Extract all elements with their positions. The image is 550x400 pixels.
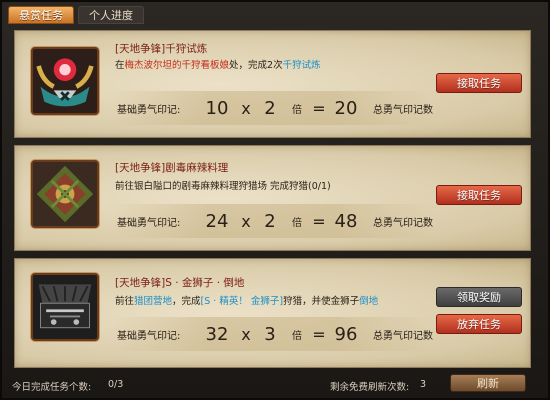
activity-link[interactable]: 千狩试炼 — [283, 60, 321, 71]
condition-link[interactable]: 倒地 — [359, 296, 378, 307]
total-value: 20 — [334, 97, 358, 119]
total-value: 96 — [334, 323, 358, 345]
equals-sign: = — [312, 324, 326, 344]
total-label: 总勇气印记数 — [373, 217, 433, 229]
times-sign: x — [241, 98, 251, 118]
location-link[interactable]: 猎团营地 — [134, 296, 172, 307]
multiplier-value: 3 — [264, 323, 276, 345]
base-value: 10 — [205, 97, 229, 119]
multiplier-value: 2 — [264, 97, 276, 119]
footer-bar: 今日完成任务个数: 0/3 剩余免费刷新次数: 3 刷新 — [2, 372, 550, 398]
lion-mask-icon — [33, 275, 97, 339]
quest-icon-golden-lion — [31, 273, 99, 341]
claim-reward-button[interactable]: 领取奖励 — [436, 287, 522, 307]
quest-card-1: [天地争锋]千狩试炼 在梅杰波尔坦的千狩看板娘处，完成2次千狩试炼 基础勇气印记… — [14, 30, 531, 138]
accept-quest-button[interactable]: 接取任务 — [436, 73, 522, 93]
base-label: 基础勇气印记: — [117, 217, 181, 229]
free-refresh-label: 剩余免费刷新次数: — [330, 382, 410, 393]
reward-calculation: 基础勇气印记: 10 x 2 倍 = 20 总勇气印记数 — [111, 91, 433, 125]
tab-personal-progress[interactable]: 个人进度 — [78, 6, 144, 24]
quest-description: 在梅杰波尔坦的千狩看板娘处，完成2次千狩试炼 — [115, 60, 321, 71]
total-value: 48 — [334, 210, 358, 232]
completed-count-value: 0/3 — [108, 379, 124, 390]
base-label: 基础勇气印记: — [117, 330, 181, 342]
total-label: 总勇气印记数 — [373, 330, 433, 342]
hunt-target-link[interactable]: [S · 精英！ 金狮子] — [201, 296, 284, 307]
tab-bar: 悬赏任务 个人进度 — [8, 6, 144, 24]
accept-quest-button[interactable]: 接取任务 — [436, 185, 522, 205]
refresh-button[interactable]: 刷新 — [450, 374, 526, 392]
quest-card-2: [天地争锋]剧毒麻辣料理 前往银白隘口的剧毒麻辣料理狩猎场 完成狩猎(0/1) … — [14, 145, 531, 251]
abandon-quest-button[interactable]: 放弃任务 — [436, 314, 522, 334]
quest-card-3: [天地争锋]S · 金狮子 · 倒地 前往猎团营地，完成[S · 精英！ 金狮子… — [14, 258, 531, 368]
quest-icon-spicy-dish — [31, 160, 99, 228]
reward-calculation: 基础勇气印记: 24 x 2 倍 = 48 总勇气印记数 — [111, 204, 433, 238]
times-sign: x — [241, 211, 251, 231]
multiplier-unit: 倍 — [292, 217, 302, 229]
quest-icon-hunt-trial — [31, 47, 99, 115]
multiplier-unit: 倍 — [292, 104, 302, 116]
quest-title: [天地争锋]千狩试炼 — [115, 43, 208, 55]
tab-bounty-quests[interactable]: 悬赏任务 — [8, 6, 74, 24]
npc-link[interactable]: 梅杰波尔坦的千狩看板娘 — [125, 60, 230, 71]
poison-emblem-icon — [33, 162, 97, 226]
quest-title: [天地争锋]剧毒麻辣料理 — [115, 162, 229, 174]
total-label: 总勇气印记数 — [373, 104, 433, 116]
base-value: 32 — [205, 323, 229, 345]
trial-emblem-icon — [33, 49, 97, 113]
base-value: 24 — [205, 210, 229, 232]
multiplier-unit: 倍 — [292, 330, 302, 342]
times-sign: x — [241, 324, 251, 344]
completed-count-label: 今日完成任务个数: — [12, 382, 92, 393]
reward-calculation: 基础勇气印记: 32 x 3 倍 = 96 总勇气印记数 — [111, 317, 433, 351]
base-label: 基础勇气印记: — [117, 104, 181, 116]
quest-description: 前往银白隘口的剧毒麻辣料理狩猎场 完成狩猎(0/1) — [115, 181, 331, 192]
equals-sign: = — [312, 211, 326, 231]
quest-window: 悬赏任务 个人进度 [天地争锋]千狩试炼 在梅杰波尔坦的千狩看板娘处，完成2次千… — [0, 0, 550, 400]
free-refresh-value: 3 — [420, 379, 427, 390]
multiplier-value: 2 — [264, 210, 276, 232]
quest-description: 前往猎团营地，完成[S · 精英！ 金狮子]狩猎，并使金狮子倒地 — [115, 296, 379, 307]
equals-sign: = — [312, 98, 326, 118]
quest-title: [天地争锋]S · 金狮子 · 倒地 — [115, 277, 245, 289]
